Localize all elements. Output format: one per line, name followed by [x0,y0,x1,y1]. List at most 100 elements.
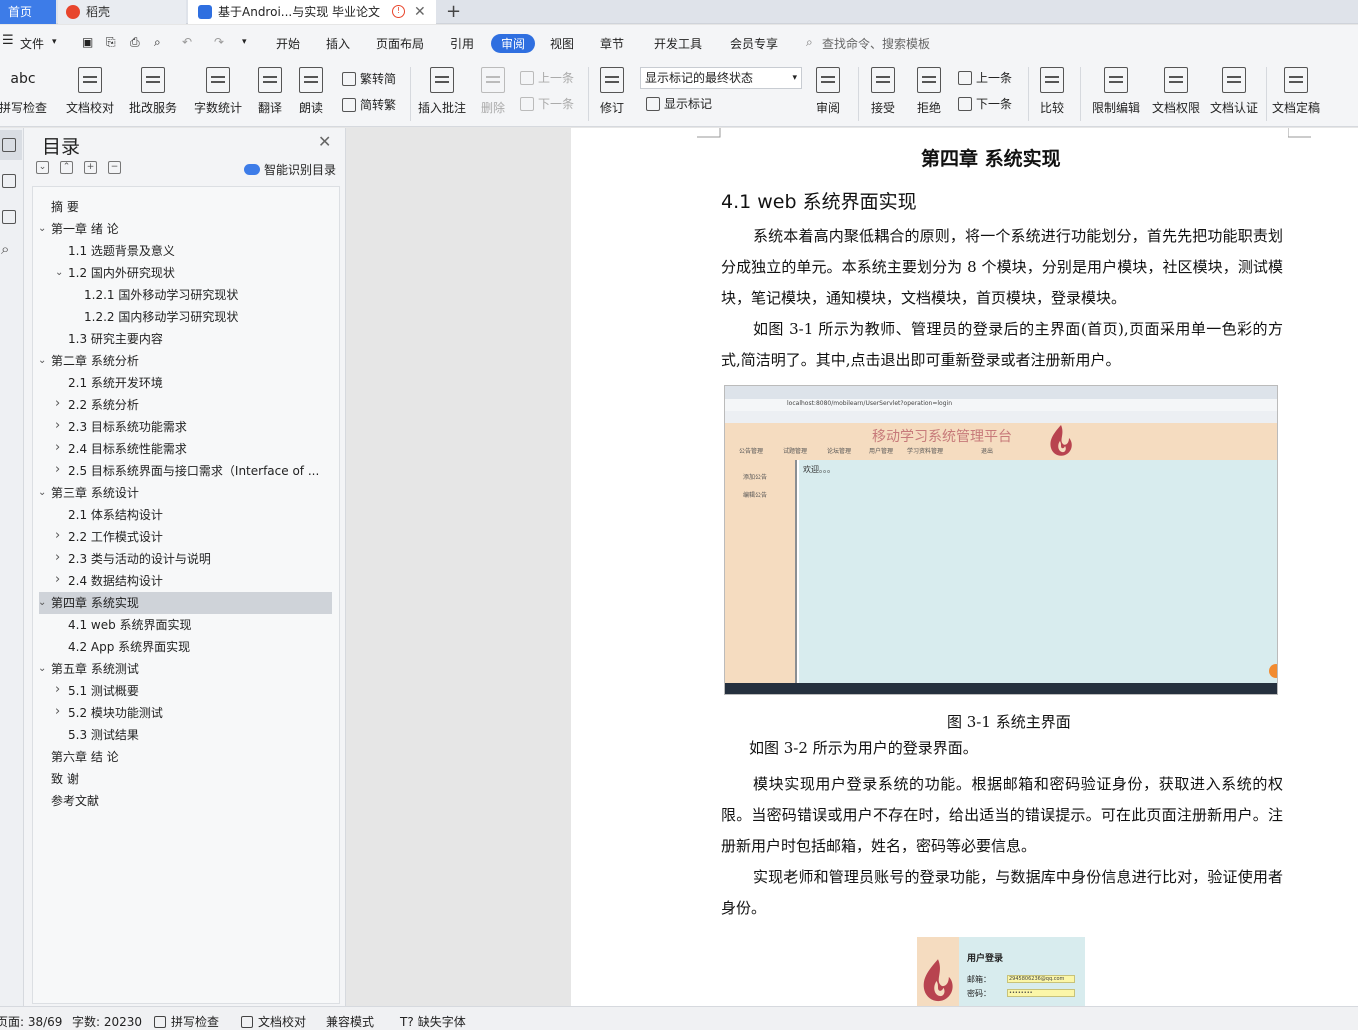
toc-item[interactable]: 1.3 研究主要内容 [39,328,332,350]
smart-toc-button[interactable]: 智能识别目录 [244,161,336,178]
menu-review[interactable]: 审阅 [491,34,536,53]
menu-member[interactable]: 会员专享 [730,35,778,52]
add-heading-icon[interactable]: + [84,161,97,174]
menu-insert[interactable]: 插入 [326,35,350,52]
toc-item[interactable]: › 2.3 类与活动的设计与说明 [39,548,332,570]
chapter-heading[interactable]: 第四章 系统实现 [921,144,1061,171]
section-icon[interactable] [2,174,16,188]
toc-item[interactable]: 摘 要 [39,196,332,218]
bookmark-icon[interactable] [2,210,16,224]
toc-item[interactable]: 参考文献 [39,790,332,812]
close-tab-icon[interactable]: ✕ [414,0,426,24]
body-paragraph[interactable]: 模块实现用户登录系统的功能。根据邮箱和密码验证身份，获取进入系统的权限。当密码错… [721,769,1283,862]
hamburger-icon[interactable]: ☰ [2,33,14,48]
doc-certify-button[interactable]: 文档认证 [1208,67,1260,116]
expand-up-icon[interactable]: ⌃ [60,161,73,174]
show-markup-button[interactable]: 显示标记 [646,95,712,112]
menu-section[interactable]: 章节 [600,35,624,52]
delete-comment-button[interactable]: 删除 [474,67,512,116]
chevron-right-icon[interactable]: › [55,460,60,481]
chevron-down-icon[interactable]: ⌄ [39,218,46,240]
toc-item[interactable]: ⌄ 第三章 系统设计 [39,482,332,504]
save-icon[interactable]: ▣ [82,35,93,49]
toc-item[interactable]: 4.2 App 系统界面实现 [39,636,332,658]
toc-item[interactable]: ⌄ 第一章 绪 论 [39,218,332,240]
chevron-right-icon[interactable]: › [55,438,60,459]
toc-item[interactable]: › 2.2 系统分析 [39,394,332,416]
spell-check-button[interactable]: abc 拼写检查 [0,67,48,116]
accept-button[interactable]: 接受 [864,67,902,116]
next-comment-button[interactable]: 下一条 [520,95,574,112]
simp-to-trad-button[interactable]: 简转繁 [342,96,396,113]
menu-view[interactable]: 视图 [550,35,574,52]
toc-item[interactable]: › 2.4 目标系统性能需求 [39,438,332,460]
tab-document[interactable]: 基于Androi...与实现 毕业论文 ! ✕ [188,0,436,24]
outline-icon[interactable] [2,138,16,152]
chevron-right-icon[interactable]: › [55,394,60,415]
spell-check-status[interactable]: 拼写检查 [154,1013,219,1030]
toc-item[interactable]: 1.2.2 国内移动学习研究现状 [39,306,332,328]
toc-item[interactable]: › 2.5 目标系统界面与接口需求（Interface of ... [39,460,332,482]
toc-item[interactable]: ⌄ 第五章 系统测试 [39,658,332,680]
remove-heading-icon[interactable]: − [108,161,121,174]
toc-item[interactable]: 致 谢 [39,768,332,790]
doc-proof-button[interactable]: 文档校对 [64,67,116,116]
toc-item[interactable]: 1.1 选题背景及意义 [39,240,332,262]
toc-item[interactable]: 2.1 体系结构设计 [39,504,332,526]
chevron-down-icon[interactable]: ⌄ [39,658,46,680]
command-search-input[interactable]: 查找命令、搜索模板 [822,35,930,52]
toc-item[interactable]: ⌄ 第二章 系统分析 [39,350,332,372]
word-count[interactable]: 字数: 20230 [72,1013,142,1030]
toc-item[interactable]: 1.2.1 国外移动学习研究现状 [39,284,332,306]
insert-comment-button[interactable]: 插入批注 [416,67,468,116]
undo-icon[interactable]: ↶ [182,35,192,49]
trad-to-simp-button[interactable]: 繁转简 [342,70,396,87]
toc-item[interactable]: 2.1 系统开发环境 [39,372,332,394]
login-screenshot[interactable]: 用户登录 邮箱： 2945806236@qq.com 密码： •••••••• [917,937,1085,1006]
markup-state-select[interactable]: 显示标记的最终状态 ▾ [640,67,802,89]
menu-references[interactable]: 引用 [450,35,474,52]
chevron-right-icon[interactable]: › [55,526,60,547]
chevron-right-icon[interactable]: › [55,548,60,569]
chevron-down-icon[interactable]: ⌄ [39,350,46,372]
menu-layout[interactable]: 页面布局 [376,35,424,52]
translate-button[interactable]: 翻译 [252,67,288,116]
missing-font-status[interactable]: T? 缺失字体 [400,1013,466,1030]
toc-item[interactable]: 4.1 web 系统界面实现 [39,614,332,636]
prev-change-button[interactable]: 上一条 [958,69,1012,86]
print-icon[interactable]: ⎙ [130,35,140,50]
toc-item[interactable]: ⌄ 1.2 国内外研究现状 [39,262,332,284]
toc-item[interactable]: › 5.1 测试概要 [39,680,332,702]
close-icon[interactable]: ✕ [318,132,331,151]
search-icon[interactable]: ⌕ [1,240,9,258]
menu-developer[interactable]: 开发工具 [654,35,702,52]
collapse-all-icon[interactable]: ⌄ [36,161,49,174]
section-heading[interactable]: 4.1 web 系统界面实现 [721,187,917,214]
toc-item[interactable]: ⌄ 第四章 系统实现 [39,592,332,614]
next-change-button[interactable]: 下一条 [958,95,1012,112]
body-paragraph[interactable]: 系统本着高内聚低耦合的原则，将一个系统进行功能划分，首先先把功能职责划分成独立的… [721,221,1283,314]
preview-icon[interactable]: ⌕ [154,35,161,50]
doc-proof-status[interactable]: 文档校对 [241,1013,306,1030]
read-aloud-button[interactable]: 朗读 [296,67,326,116]
chevron-right-icon[interactable]: › [55,416,60,437]
chevron-right-icon[interactable]: › [55,702,60,723]
figure-caption[interactable]: 图 3-1 系统主界面 [947,711,1071,732]
tab-home[interactable]: 首页 [0,0,56,24]
chevron-down-icon[interactable]: ⌄ [39,482,46,504]
toc-item[interactable]: › 2.2 工作模式设计 [39,526,332,548]
word-count-button[interactable]: 字数统计 [192,67,244,116]
menu-file[interactable]: 文件 [20,35,44,52]
toc-item[interactable]: › 2.4 数据结构设计 [39,570,332,592]
page-indicator[interactable]: 页面: 38/69 [0,1013,62,1030]
body-paragraph[interactable]: 如图 3-1 所示为教师、管理员的登录后的主界面(首页),页面采用单一色彩的方式… [721,314,1283,376]
doc-finalize-button[interactable]: 文档定稿 [1270,67,1322,116]
body-paragraph[interactable]: 实现老师和管理员账号的登录功能，与数据库中身份信息进行比对，验证使用者身份。 [721,862,1283,924]
chevron-down-icon[interactable]: ⌄ [39,592,46,614]
system-main-screenshot[interactable]: localhost:8080/mobilearn/UserServlet?ope… [724,385,1278,695]
tab-daoke[interactable]: 稻壳 [58,0,186,24]
redo-icon[interactable]: ↷ [214,35,224,49]
export-icon[interactable]: ⎘ [106,35,116,50]
toc-item[interactable]: 第六章 结 论 [39,746,332,768]
new-tab-button[interactable]: + [446,0,461,24]
